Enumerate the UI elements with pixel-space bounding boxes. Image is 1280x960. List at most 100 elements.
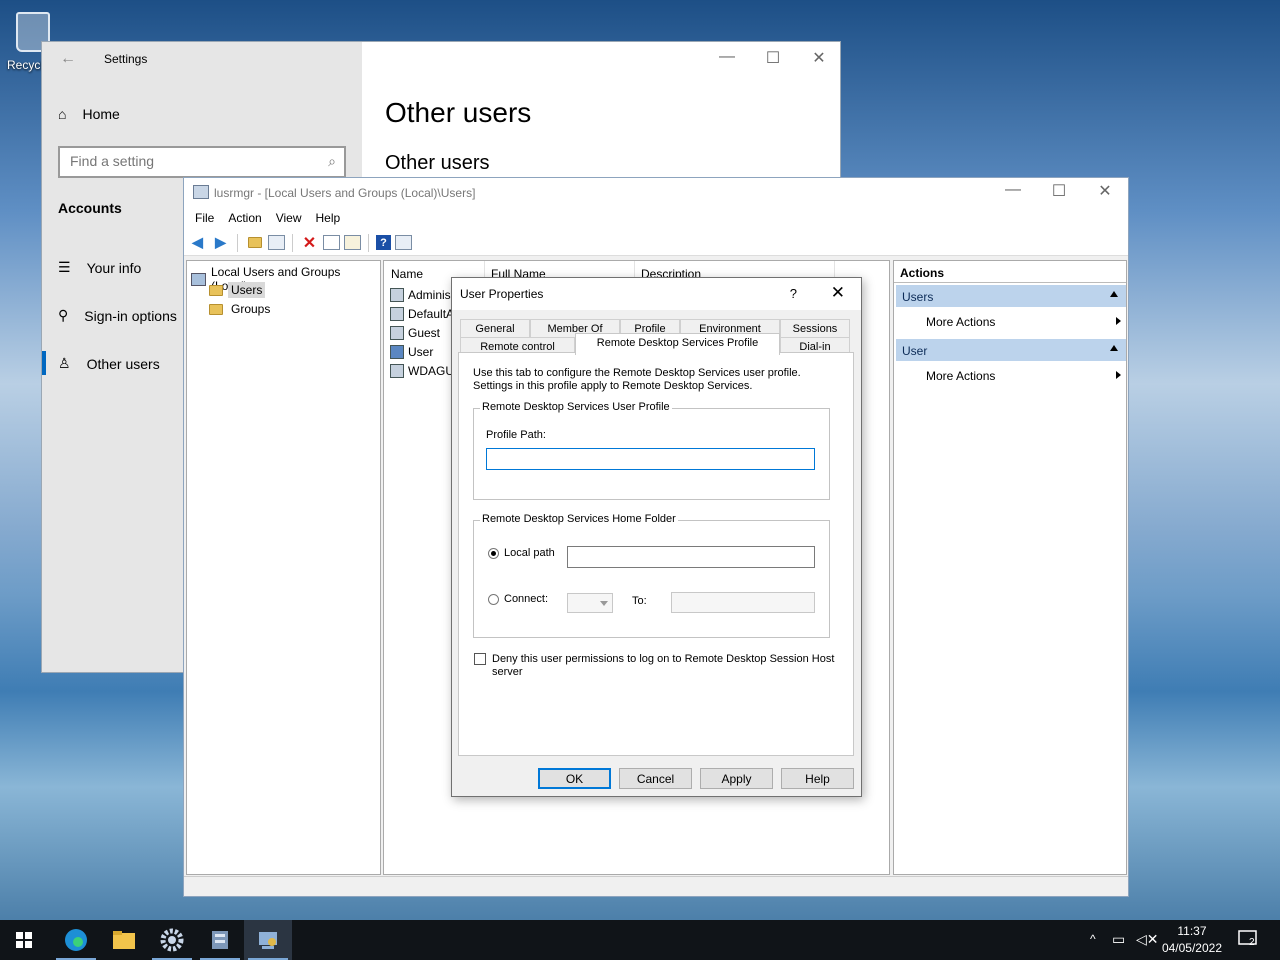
network-icon[interactable]: ▭ [1112,931,1125,948]
local-path-input[interactable] [567,546,815,568]
menu-view[interactable]: View [269,208,309,230]
tab-panel: Use this tab to configure the Remote Des… [458,352,854,756]
profile-group: Remote Desktop Services User Profile Pro… [473,401,830,500]
menu-file[interactable]: File [188,208,221,230]
dialog-titlebar: User Properties ? ✕ [452,278,861,310]
local-path-label: Local path [504,547,555,559]
connect-to-input[interactable] [671,592,815,613]
nav-other-users[interactable]: ♙ Other users [42,351,160,375]
deny-logon-line-2: server [492,666,523,678]
accounts-section-title: Accounts [58,200,122,216]
toolbar-separator [368,233,369,252]
action-center-button[interactable]: 2 [1238,930,1260,950]
settings-home-link[interactable]: ⌂ Home [58,106,120,122]
menu-help[interactable]: Help [309,208,348,230]
nav-your-info[interactable]: ☰ Your info [58,259,141,276]
tree-item-groups[interactable]: Groups [209,301,273,317]
minimize-icon[interactable]: — [990,181,1036,199]
profile-path-input[interactable] [486,448,815,470]
settings-taskbar-button[interactable] [148,920,196,960]
home-folder-group: Remote Desktop Services Home Folder Loca… [473,513,830,638]
connect-label: Connect: [504,593,549,605]
maximize-icon[interactable]: ☐ [1036,181,1082,201]
minimize-icon[interactable]: — [704,48,750,66]
nav-sign-in-options[interactable]: ⚲ Sign-in options [58,307,177,324]
column-name[interactable]: Name [391,267,423,281]
deny-logon-checkbox[interactable] [474,653,486,665]
ok-button[interactable]: OK [538,768,611,789]
chevron-up-icon[interactable]: ^ [1090,932,1096,946]
help-question-icon[interactable]: ? [790,286,797,301]
lusrmgr-taskbar-button[interactable] [244,920,292,960]
file-explorer-taskbar-button[interactable] [100,920,148,960]
to-label: To: [632,595,647,607]
list-item[interactable]: DefaultA [390,307,454,321]
server-manager-taskbar-button[interactable] [196,920,244,960]
toolbar-separator [292,233,293,252]
user-name: WDAGU [408,364,454,378]
submenu-arrow-icon [1116,317,1121,325]
actions-group-users[interactable]: Users [896,285,1126,307]
notification-icon [1238,930,1257,945]
actions-group-title: Users [902,290,934,304]
tab-remote-desktop-services-profile[interactable]: Remote Desktop Services Profile [575,333,780,355]
clock[interactable]: 11:37 04/05/2022 [1162,923,1222,957]
properties-icon[interactable] [323,235,340,250]
close-icon[interactable]: ✕ [1082,181,1128,201]
tree-item-users[interactable]: Users [209,282,266,298]
notification-count: 2 [1249,937,1255,948]
more-actions-label: More Actions [926,369,996,383]
forward-arrow-icon[interactable]: ▶ [211,233,230,252]
lusrmgr-titlebar: lusrmgr - [Local Users and Groups (Local… [184,178,1128,208]
user-properties-dialog: User Properties ? ✕ General Member Of Pr… [451,277,862,797]
user-icon [390,364,404,378]
show-action-pane-icon[interactable] [395,235,412,250]
volume-muted-icon[interactable]: ◁✕ [1136,931,1159,948]
tree-item-users-label: Users [228,282,266,298]
user-icon [390,326,404,340]
deny-logon-label[interactable]: Deny this user permissions to log on to … [492,653,837,679]
tab-general[interactable]: General [460,319,530,337]
local-path-radio[interactable] [488,548,499,559]
start-button[interactable] [0,920,48,960]
collapse-icon[interactable] [1110,345,1118,351]
gear-icon [160,928,184,952]
help-icon[interactable]: ? [376,235,391,250]
server-manager-icon [212,931,228,949]
collapse-icon[interactable] [1110,291,1118,297]
back-arrow-icon[interactable]: ← [60,50,76,68]
person-add-icon: ♙ [58,355,71,371]
close-icon[interactable]: ✕ [831,283,845,303]
cancel-button[interactable]: Cancel [619,768,692,789]
list-item[interactable]: User [390,345,433,359]
help-button[interactable]: Help [781,768,854,789]
settings-search-input[interactable]: Find a setting ⌕ [58,146,346,178]
apply-button[interactable]: Apply [700,768,773,789]
user-icon [390,288,404,302]
toolbar: ◀ ▶ ✕ ? [184,230,1128,256]
taskbar: ^ ▭ ◁✕ 11:37 04/05/2022 2 [0,920,1280,960]
home-label: Home [82,106,120,122]
list-item[interactable]: Adminis [390,288,451,302]
actions-group-user[interactable]: User [896,339,1126,361]
more-actions-users[interactable]: More Actions [926,315,1121,329]
more-actions-user[interactable]: More Actions [926,369,1121,383]
console-tree: Local Users and Groups (Local) Users Gro… [186,260,381,875]
computer-management-icon [259,932,277,949]
drive-letter-select[interactable] [567,593,613,613]
export-list-icon[interactable] [344,235,361,250]
dialog-title: User Properties [460,287,544,301]
delete-icon[interactable]: ✕ [300,233,319,252]
show-hide-tree-icon[interactable] [268,235,285,250]
nav-sign-in-label: Sign-in options [84,307,177,324]
tab-sessions[interactable]: Sessions [780,319,850,337]
maximize-icon[interactable]: ☐ [750,48,796,68]
close-icon[interactable]: ✕ [796,48,842,68]
connect-radio[interactable] [488,594,499,605]
edge-taskbar-button[interactable] [52,920,100,960]
list-item[interactable]: Guest [390,326,440,340]
up-folder-icon[interactable] [245,233,264,252]
back-arrow-icon[interactable]: ◀ [188,233,207,252]
list-item[interactable]: WDAGU [390,364,454,378]
menu-action[interactable]: Action [221,208,268,230]
